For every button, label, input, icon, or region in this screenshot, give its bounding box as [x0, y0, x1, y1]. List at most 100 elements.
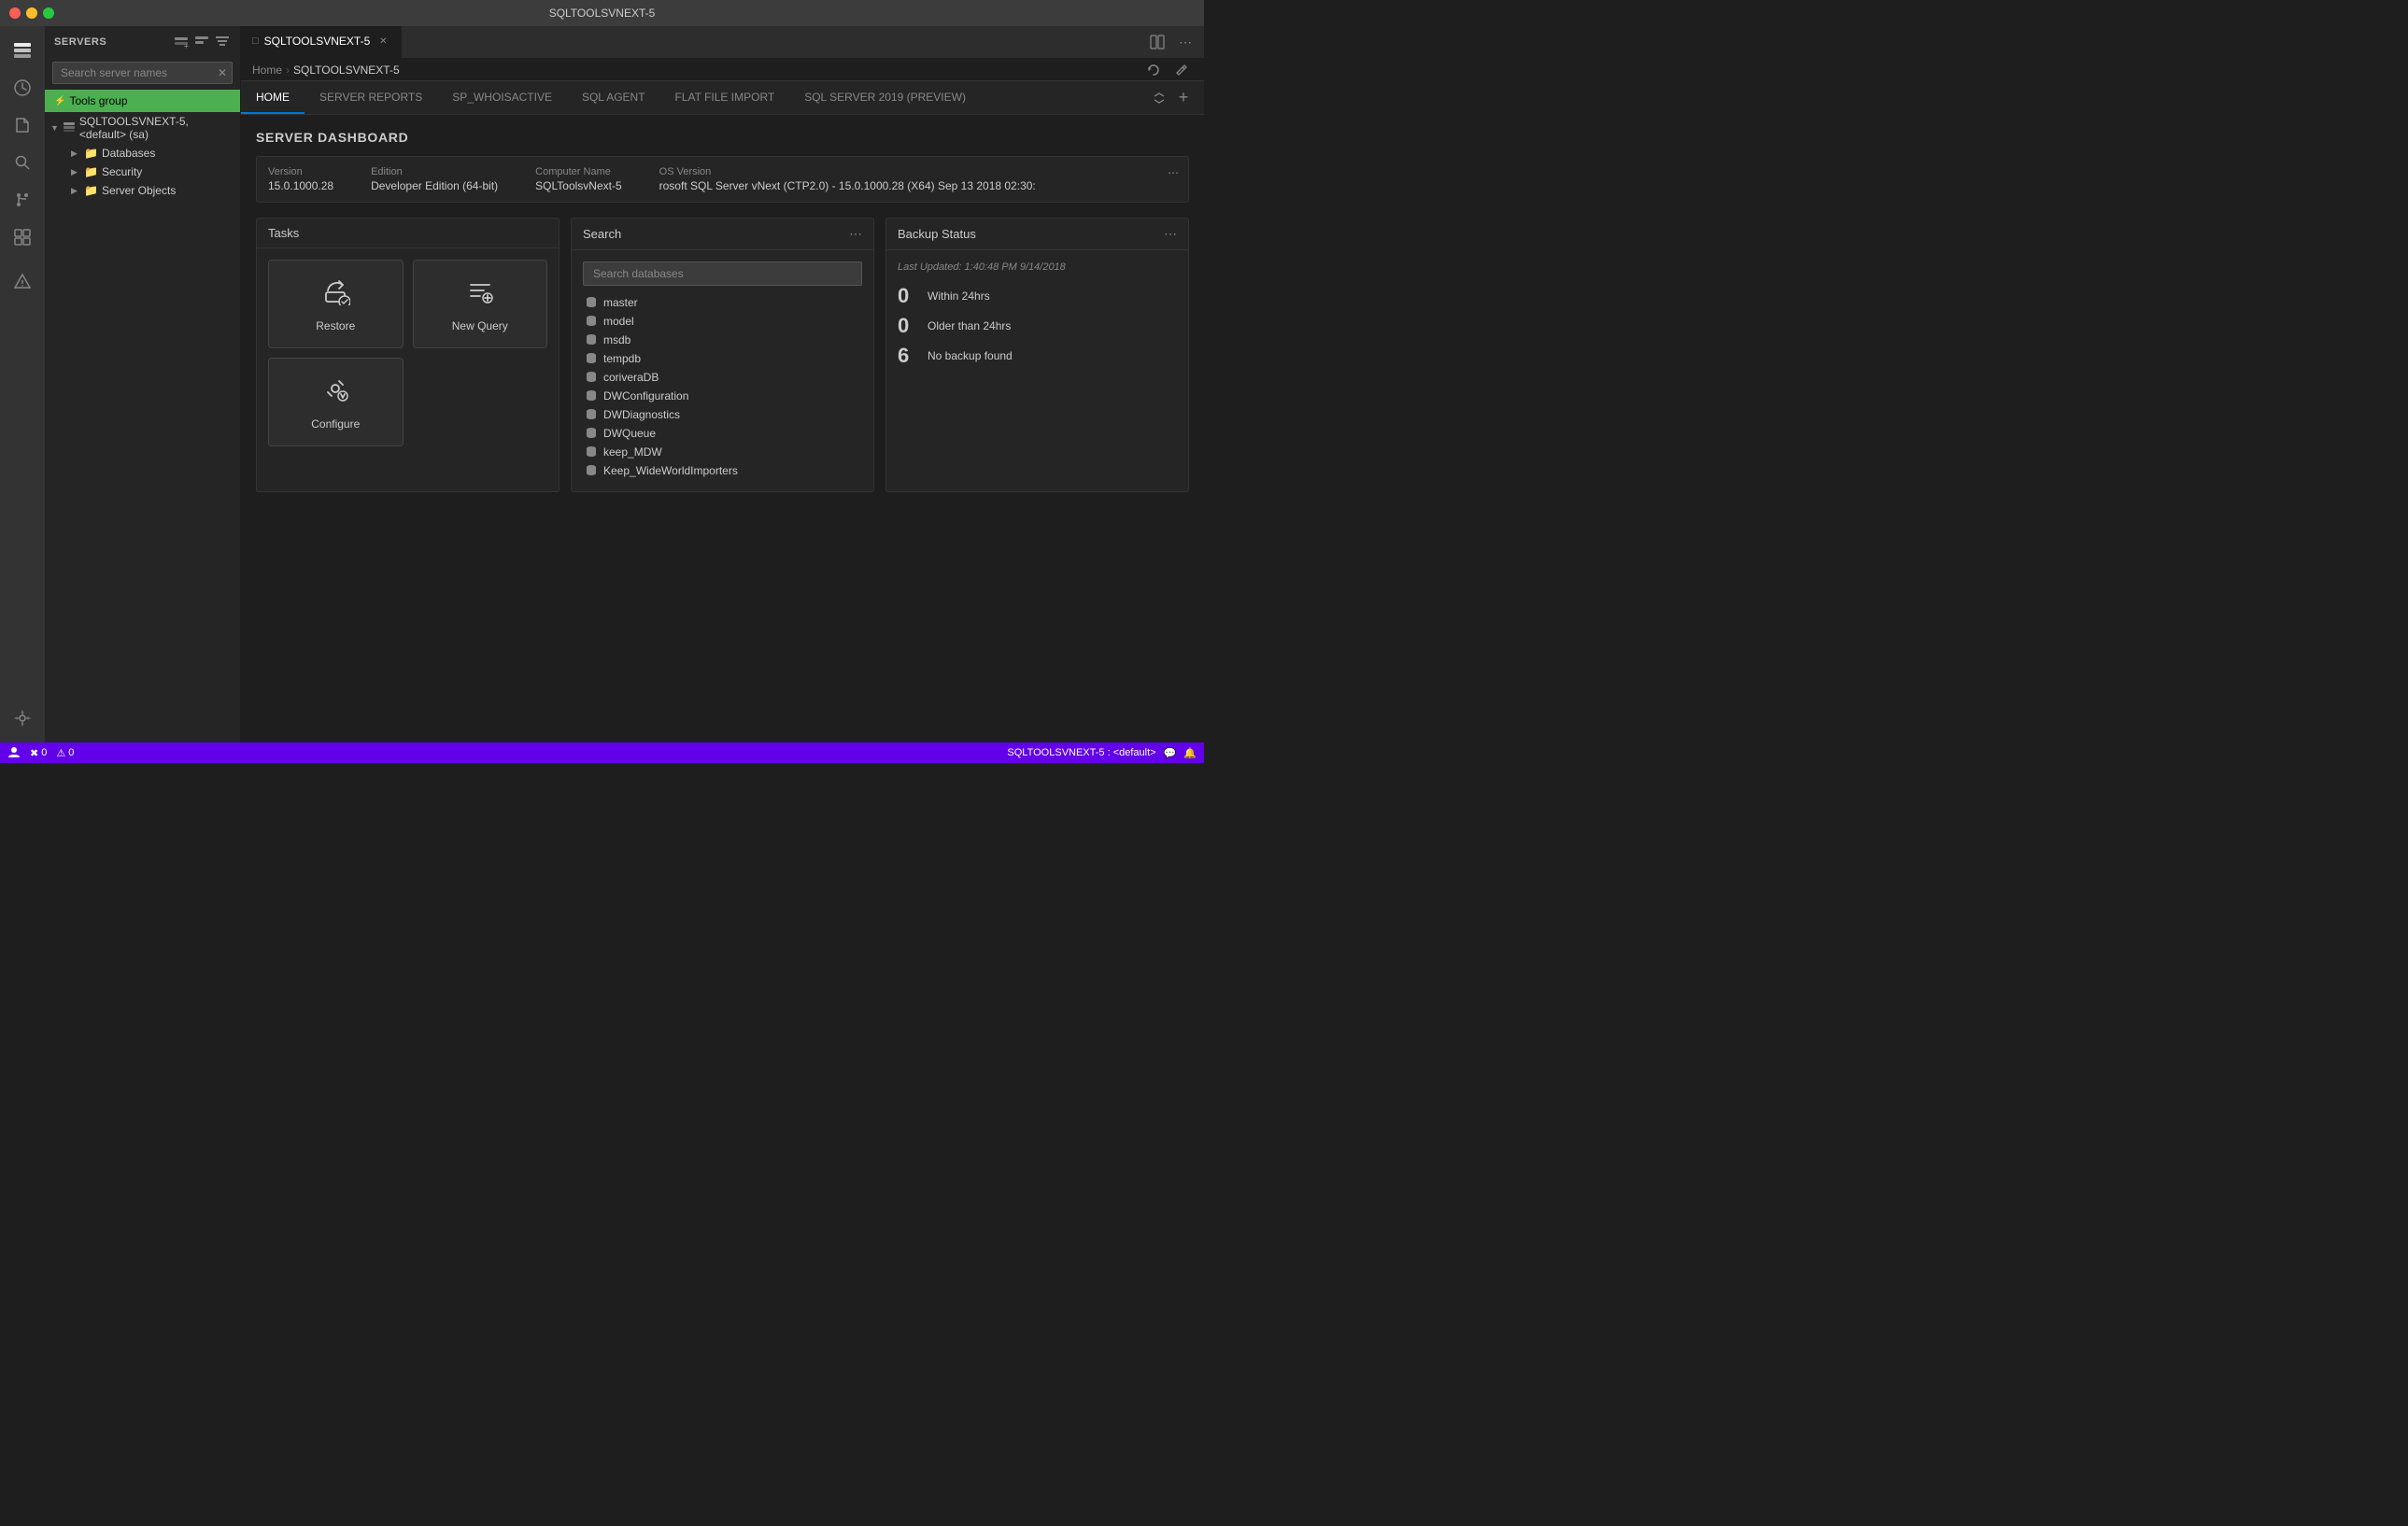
tab-label: SQLTOOLSVNEXT-5 [264, 35, 371, 48]
edition-value: Developer Edition (64-bit) [371, 179, 498, 192]
tools-group[interactable]: ⚡ Tools group [45, 90, 240, 112]
tab-close-button[interactable]: ✕ [375, 34, 390, 49]
tab-actions: ⋯ [1146, 26, 1204, 58]
restore-task-card[interactable]: Restore [268, 260, 404, 348]
content-tabs: HOME SERVER REPORTS SP_WHOISACTIVE SQL A… [241, 81, 1204, 115]
server-expand-arrow: ▼ [50, 123, 59, 133]
backup-panel-menu[interactable]: ⋯ [1164, 226, 1177, 242]
warning-count[interactable]: ⚠ 0 [56, 747, 74, 759]
database-list-item[interactable]: tempdb [583, 349, 862, 368]
new-connection-button[interactable]: + [173, 34, 190, 50]
add-content-tab-button[interactable]: + [1170, 85, 1197, 111]
tab-sql-agent[interactable]: SQL AGENT [567, 81, 660, 114]
configure-icon [320, 374, 350, 410]
search-databases-input[interactable] [583, 261, 862, 286]
backup-stats: 0 Within 24hrs 0 Older than 24hrs 6 No b… [898, 284, 1177, 368]
sidebar-item-git[interactable] [6, 183, 39, 217]
collapse-sections-button[interactable] [1148, 87, 1170, 109]
split-editor-button[interactable] [1146, 31, 1169, 53]
status-message-icon[interactable]: 💬 [1164, 747, 1177, 759]
search-panel: Search ⋯ master model [571, 218, 874, 492]
backup-panel-title: Backup Status [898, 227, 976, 241]
backup-last-updated: Last Updated: 1:40:48 PM 9/14/2018 [898, 261, 1177, 273]
databases-label: Databases [102, 147, 155, 160]
tasks-panel-header: Tasks [257, 219, 559, 248]
breadcrumb-separator: › [286, 64, 290, 77]
sidebar-item-alerts[interactable] [6, 265, 39, 299]
maximize-button[interactable] [43, 7, 54, 19]
db-name: DWDiagnostics [603, 408, 680, 421]
search-panel-menu[interactable]: ⋯ [849, 226, 862, 242]
edition-label: Edition [371, 166, 498, 177]
database-list-item[interactable]: DWConfiguration [583, 387, 862, 405]
status-notification-icon[interactable]: 🔔 [1183, 747, 1197, 759]
db-name: tempdb [603, 352, 641, 365]
breadcrumb-home[interactable]: Home [252, 64, 282, 77]
configure-task-card[interactable]: Configure [268, 358, 404, 446]
status-bar-left: ✖ 0 ⚠ 0 [7, 745, 74, 761]
db-name: master [603, 296, 638, 309]
sidebar-item-extensions[interactable] [6, 220, 39, 254]
database-list-item[interactable]: msdb [583, 331, 862, 349]
sidebar-item-files[interactable] [6, 108, 39, 142]
database-list-item[interactable]: DWDiagnostics [583, 405, 862, 424]
tab-sp-whoisactive[interactable]: SP_WHOISACTIVE [437, 81, 567, 114]
db-cylinder-icon [585, 445, 598, 459]
collapse-all-button[interactable] [214, 34, 231, 50]
tab-server-reports[interactable]: SERVER REPORTS [305, 81, 437, 114]
server-objects-item[interactable]: ▶ 📁 Server Objects [45, 181, 240, 200]
backup-count-value: 6 [898, 344, 920, 368]
server-info-menu[interactable]: ⋯ [1168, 166, 1179, 179]
server-item[interactable]: ▼ SQLTOOLSVNEXT-5, <default> (sa) [45, 112, 240, 144]
activity-bar [0, 26, 45, 742]
edition-field: Edition Developer Edition (64-bit) [371, 166, 498, 192]
edit-button[interactable] [1170, 59, 1193, 81]
error-count[interactable]: ✖ 0 [30, 747, 47, 759]
database-list-item[interactable]: keep_MDW [583, 443, 862, 461]
tab-home[interactable]: HOME [241, 81, 305, 114]
breadcrumb-server[interactable]: SQLTOOLSVNEXT-5 [293, 64, 400, 77]
new-query-icon [465, 276, 495, 312]
tab-flat-file-import[interactable]: FLAT FILE IMPORT [660, 81, 790, 114]
backup-panel-header: Backup Status ⋯ [886, 219, 1188, 250]
database-list: master model msdb tempdb [583, 293, 862, 480]
databases-item[interactable]: ▶ 📁 Databases [45, 144, 240, 162]
database-list-item[interactable]: coriveraDB [583, 368, 862, 387]
tab-sqltoolsvnext5[interactable]: □ SQLTOOLSVNEXT-5 ✕ [241, 26, 402, 58]
titlebar: SQLTOOLSVNEXT-5 [0, 0, 1204, 26]
tasks-panel-title: Tasks [268, 226, 299, 240]
security-item[interactable]: ▶ 📁 Security [45, 162, 240, 181]
new-query-task-card[interactable]: New Query [413, 260, 548, 348]
server-info: Version 15.0.1000.28 Edition Developer E… [256, 156, 1189, 203]
close-button[interactable] [9, 7, 21, 19]
traffic-lights [9, 7, 54, 19]
search-panel-header: Search ⋯ [572, 219, 873, 250]
tasks-grid: Restore [257, 248, 559, 458]
more-actions-button[interactable]: ⋯ [1174, 31, 1197, 53]
os-label: OS Version [659, 166, 1177, 177]
database-list-item[interactable]: master [583, 293, 862, 312]
db-cylinder-icon [585, 371, 598, 384]
database-list-item[interactable]: Keep_WideWorldImporters [583, 461, 862, 480]
search-server-input[interactable] [52, 62, 233, 84]
database-list-item[interactable]: model [583, 312, 862, 331]
search-clear-icon[interactable]: ✕ [218, 66, 227, 79]
db-cylinder-icon [585, 352, 598, 365]
refresh-button[interactable] [1142, 59, 1165, 81]
sidebar-item-history[interactable] [6, 71, 39, 105]
restore-icon [320, 276, 350, 312]
add-server-button[interactable] [193, 34, 210, 50]
sidebar-item-search[interactable] [6, 146, 39, 179]
settings-icon[interactable] [6, 705, 39, 739]
database-list-item[interactable]: DWQueue [583, 424, 862, 443]
db-name: DWQueue [603, 427, 656, 440]
server-objects-label: Server Objects [102, 184, 176, 197]
sidebar-header: SERVERS + [45, 26, 240, 58]
security-arrow: ▶ [71, 167, 80, 177]
tab-sql-server-preview[interactable]: SQL SERVER 2019 (PREVIEW) [789, 81, 981, 114]
sidebar-item-servers[interactable] [6, 34, 39, 67]
computer-value: SQLToolsvNext-5 [535, 179, 621, 192]
content-tabs-actions: + [1148, 81, 1204, 114]
minimize-button[interactable] [26, 7, 37, 19]
backup-count-value: 0 [898, 314, 920, 338]
